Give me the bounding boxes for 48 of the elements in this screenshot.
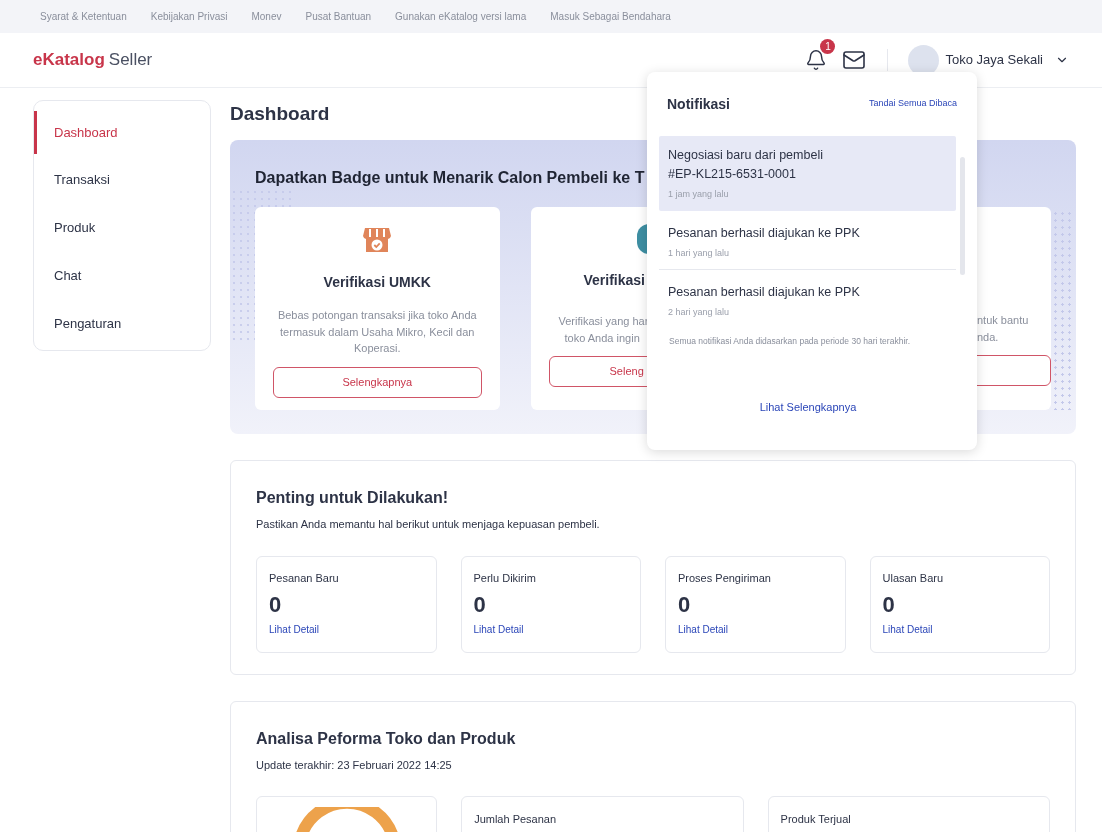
detail-link[interactable]: Lihat Detail [473, 622, 524, 637]
badge-card-description: Verifikasi yang har [558, 314, 649, 329]
stat-label: Perlu Dikirim [473, 570, 536, 586]
badge-card-description: nda. [977, 329, 999, 345]
notification-time: 2 hari yang lalu [668, 306, 731, 319]
sidebar-item[interactable]: Dashboard [34, 111, 210, 154]
todo-subtitle: Pastikan Anda memantu hal berikut untuk menjaga kepuasan pembeli. [256, 517, 601, 532]
todo-title: Penting untuk Dilakukan! [256, 488, 449, 508]
notification-text: Negosiasi baru dari pembeli [668, 147, 823, 164]
see-more-link[interactable]: Lihat Selengkapnya [759, 399, 857, 416]
badge-card-description: ntuk bantu [977, 313, 1029, 328]
page-title: Dashboard [230, 102, 330, 126]
badge-card-description: Bebas potongan transaksi jika toko Anda termasuk dalam Usaha Mikro, Kecil dan Koperasi. [276, 308, 478, 356]
popup-title: Notifikasi [667, 94, 730, 114]
notification-footnote: Semua notifikasi Anda didasarkan pada periode 30 hari terakhir. [668, 334, 911, 348]
stat-value: 0 [473, 592, 486, 618]
notification-count: 1 [820, 39, 836, 54]
notification-time: 1 jam yang lalu [668, 188, 730, 201]
mark-all-read-link[interactable]: Tandai Semua Dibaca [868, 97, 957, 111]
badge-card-title: Verifikasi UMKK [323, 273, 431, 292]
badge-card-title: Verifikasi [583, 271, 646, 290]
sidebar-item[interactable]: Pengaturan [34, 302, 210, 345]
notification-item[interactable]: Negosiasi baru dari pembeli #EP-KL215-6531-0001 1 jam yang lalu [659, 136, 956, 211]
sidebar-item[interactable]: Chat [34, 254, 210, 298]
metric-label: Jumlah Pesanan [474, 812, 557, 825]
detail-link[interactable]: Lihat Detail [678, 622, 729, 637]
stat-value: 0 [269, 592, 282, 618]
stat-label: Proses Pengiriman [678, 570, 771, 586]
detail-link[interactable]: Lihat Detail [269, 622, 320, 637]
notification-text: Pesanan berhasil diajukan ke PPK [668, 224, 860, 242]
stat-value: 0 [678, 592, 691, 618]
notification-text: #EP-KL215-6531-0001 [668, 166, 796, 183]
sidebar-item[interactable]: Transaksi [34, 158, 210, 202]
stat-value: 0 [882, 592, 895, 618]
notification-text: Pesanan berhasil diajukan ke PPK [668, 284, 860, 301]
notification-time: 1 hari yang lalu [668, 246, 731, 260]
banner-title: Dapatkan Badge untuk Menarik Calon Pembeli ke T [255, 168, 645, 188]
stat-label: Pesanan Baru [269, 570, 339, 586]
analysis-updated: Update terakhir: 23 Februari 2022 14:25 [256, 758, 453, 773]
sidebar-item[interactable]: Produk [34, 206, 210, 250]
metric-label: Produk Terjual [780, 812, 851, 825]
details-button[interactable]: Selengkapnya [273, 366, 482, 398]
detail-link[interactable]: Lihat Detail [882, 622, 933, 637]
badge-card-description: toko Anda ingin [564, 330, 640, 346]
analysis-title: Analisa Peforma Toko dan Produk [256, 729, 517, 749]
app-logo[interactable]: eKatalog Seller [33, 47, 153, 73]
user-name[interactable]: Toko Jaya Sekali [945, 50, 1043, 70]
stat-label: Ulasan Baru [882, 570, 944, 586]
